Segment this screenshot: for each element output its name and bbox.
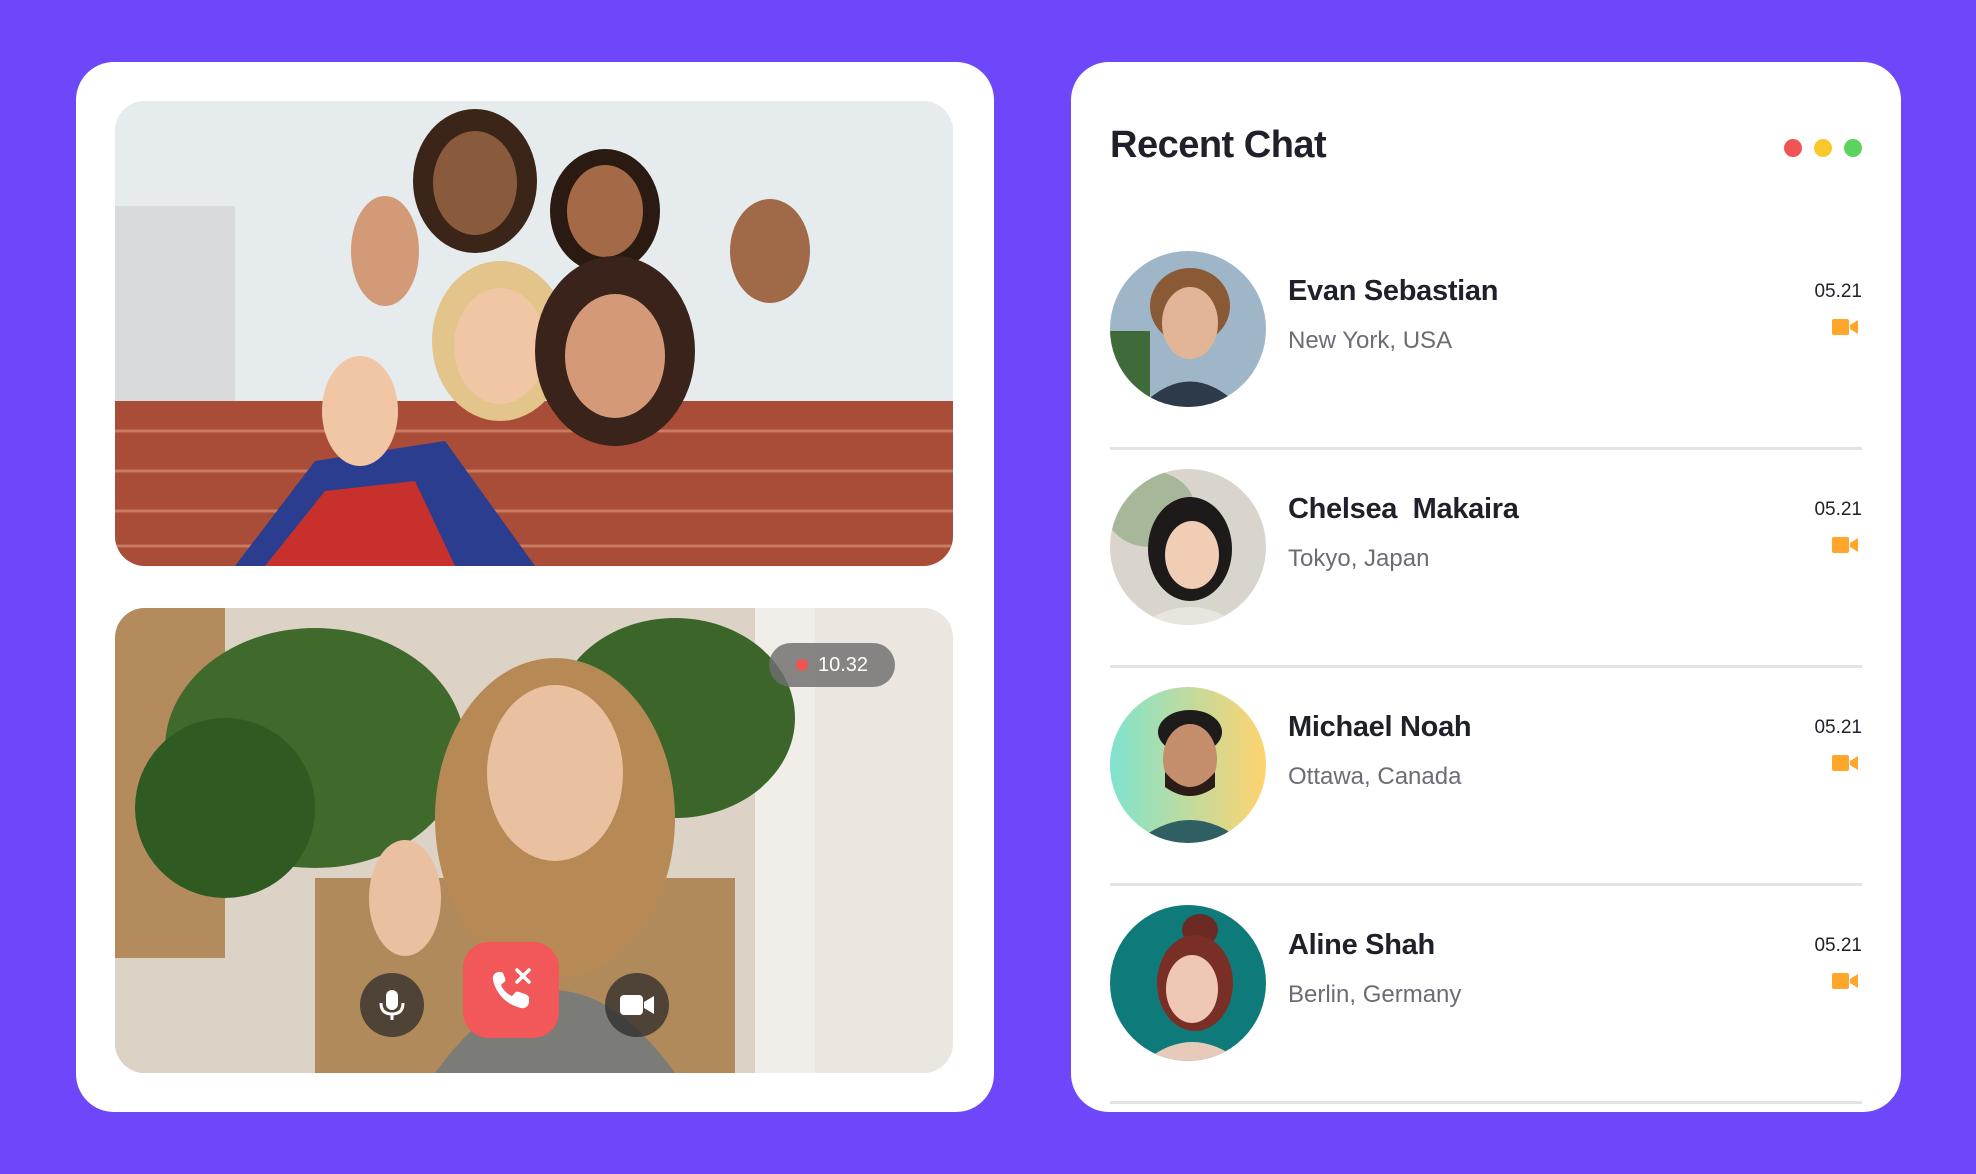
recording-time: 10.32: [817, 653, 869, 676]
group-photo: [115, 101, 953, 566]
close-window-dot[interactable]: [1784, 139, 1802, 157]
end-call-button[interactable]: [463, 942, 559, 1038]
contact-name: Michael Noah: [1288, 711, 1472, 743]
video-call-icon[interactable]: [1832, 754, 1858, 772]
end-call-icon: [492, 968, 531, 1009]
avatar-michael-noah: [1110, 687, 1266, 843]
app-background: 10.32 Recent Chat Evan Sebastian New Yor…: [0, 0, 1976, 1174]
mute-microphone-button[interactable]: [360, 973, 424, 1037]
contact-name: Evan Sebastian: [1288, 275, 1499, 307]
maximize-window-dot[interactable]: [1844, 139, 1862, 157]
microphone-icon: [379, 990, 405, 1020]
contact-location: Berlin, Germany: [1288, 981, 1462, 1008]
chat-item-michael-noah[interactable]: Michael Noah Ottawa, Canada 05.21: [1110, 665, 1862, 886]
video-call-panel: 10.32: [76, 62, 994, 1112]
contact-location: Tokyo, Japan: [1288, 545, 1430, 572]
avatar: [1110, 687, 1266, 843]
avatar-aline-shah: [1110, 905, 1266, 1061]
avatar-chelsea-makaira: [1110, 469, 1266, 625]
chat-item-aline-shah[interactable]: Aline Shah Berlin, Germany 05.21: [1110, 883, 1862, 1104]
avatar: [1110, 905, 1266, 1061]
video-call-icon[interactable]: [1832, 972, 1858, 990]
group-video-feed[interactable]: [115, 101, 953, 566]
chat-item-evan-sebastian[interactable]: Evan Sebastian New York, USA 05.21: [1110, 229, 1862, 450]
toggle-camera-button[interactable]: [605, 973, 669, 1037]
recent-chat-panel: Recent Chat Evan Sebastian New York, USA…: [1071, 62, 1901, 1112]
window-controls: [1784, 139, 1862, 157]
avatar: [1110, 469, 1266, 625]
chat-time: 05.21: [1814, 935, 1862, 956]
speaker-video-feed[interactable]: 10.32: [115, 608, 953, 1073]
avatar: [1110, 251, 1266, 407]
contact-location: Ottawa, Canada: [1288, 763, 1462, 790]
avatar-evan-sebastian: [1110, 251, 1266, 407]
recording-dot-icon: [795, 659, 808, 671]
video-call-icon[interactable]: [1832, 318, 1858, 336]
minimize-window-dot[interactable]: [1814, 139, 1832, 157]
contact-location: New York, USA: [1288, 327, 1453, 354]
video-camera-icon: [620, 995, 654, 1015]
contact-name: Aline Shah: [1288, 929, 1435, 961]
recording-badge: 10.32: [769, 643, 895, 687]
video-call-icon[interactable]: [1832, 536, 1858, 554]
contact-name: Chelsea Makaira: [1288, 493, 1519, 525]
chat-time: 05.21: [1814, 717, 1862, 738]
panel-title: Recent Chat: [1110, 124, 1327, 166]
chat-time: 05.21: [1814, 499, 1862, 520]
chat-item-chelsea-makaira[interactable]: Chelsea Makaira Tokyo, Japan 05.21: [1110, 447, 1862, 668]
chat-time: 05.21: [1814, 281, 1862, 302]
